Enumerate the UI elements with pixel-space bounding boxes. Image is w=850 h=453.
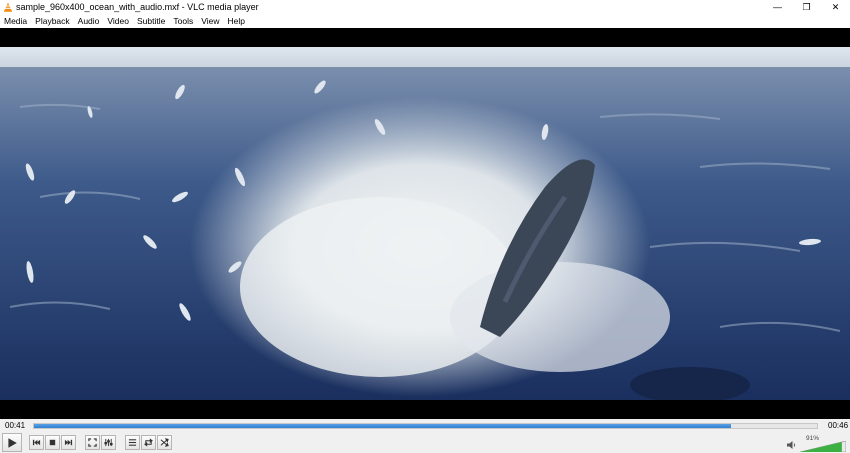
elapsed-time[interactable]: 00:41	[5, 421, 25, 430]
next-icon	[64, 439, 73, 446]
extended-settings-icon	[104, 438, 113, 447]
shuffle-icon	[160, 438, 169, 447]
stop-icon	[49, 439, 56, 446]
window-controls: — ❐ ✕	[763, 0, 850, 14]
close-button[interactable]: ✕	[821, 0, 850, 14]
seek-row: 00:41 00:46	[0, 419, 850, 433]
play-icon	[8, 437, 17, 448]
fullscreen-button[interactable]	[85, 435, 100, 450]
video-area[interactable]	[0, 28, 850, 419]
seek-bar[interactable]	[33, 423, 818, 429]
playlist-icon	[128, 439, 137, 446]
volume-slider[interactable]	[800, 441, 846, 452]
menu-view[interactable]: View	[197, 14, 223, 28]
video-frame	[0, 47, 850, 400]
total-time[interactable]: 00:46	[828, 421, 848, 430]
window-title: sample_960x400_ocean_with_audio.mxf - VL…	[16, 2, 259, 12]
stop-button[interactable]	[45, 435, 60, 450]
maximize-button[interactable]: ❐	[792, 0, 821, 14]
play-button[interactable]	[2, 433, 22, 452]
next-button[interactable]	[61, 435, 76, 450]
menu-help[interactable]: Help	[223, 14, 248, 28]
loop-button[interactable]	[141, 435, 156, 450]
previous-icon	[32, 439, 41, 446]
menu-subtitle[interactable]: Subtitle	[133, 14, 169, 28]
vlc-cone-icon	[4, 2, 12, 12]
menu-media[interactable]: Media	[0, 14, 31, 28]
controls-bar: 91%	[0, 433, 850, 453]
shuffle-button[interactable]	[157, 435, 172, 450]
loop-icon	[144, 438, 153, 447]
extended-settings-button[interactable]	[101, 435, 116, 450]
menu-audio[interactable]: Audio	[74, 14, 104, 28]
speaker-icon[interactable]	[786, 440, 797, 450]
seek-progress	[34, 424, 731, 428]
title-bar: sample_960x400_ocean_with_audio.mxf - VL…	[0, 0, 850, 14]
playlist-button[interactable]	[125, 435, 140, 450]
menu-tools[interactable]: Tools	[169, 14, 197, 28]
menu-playback[interactable]: Playback	[31, 14, 74, 28]
menu-bar: Media Playback Audio Video Subtitle Tool…	[0, 14, 850, 28]
fullscreen-icon	[88, 438, 97, 447]
menu-video[interactable]: Video	[103, 14, 133, 28]
previous-button[interactable]	[29, 435, 44, 450]
minimize-button[interactable]: —	[763, 0, 792, 14]
